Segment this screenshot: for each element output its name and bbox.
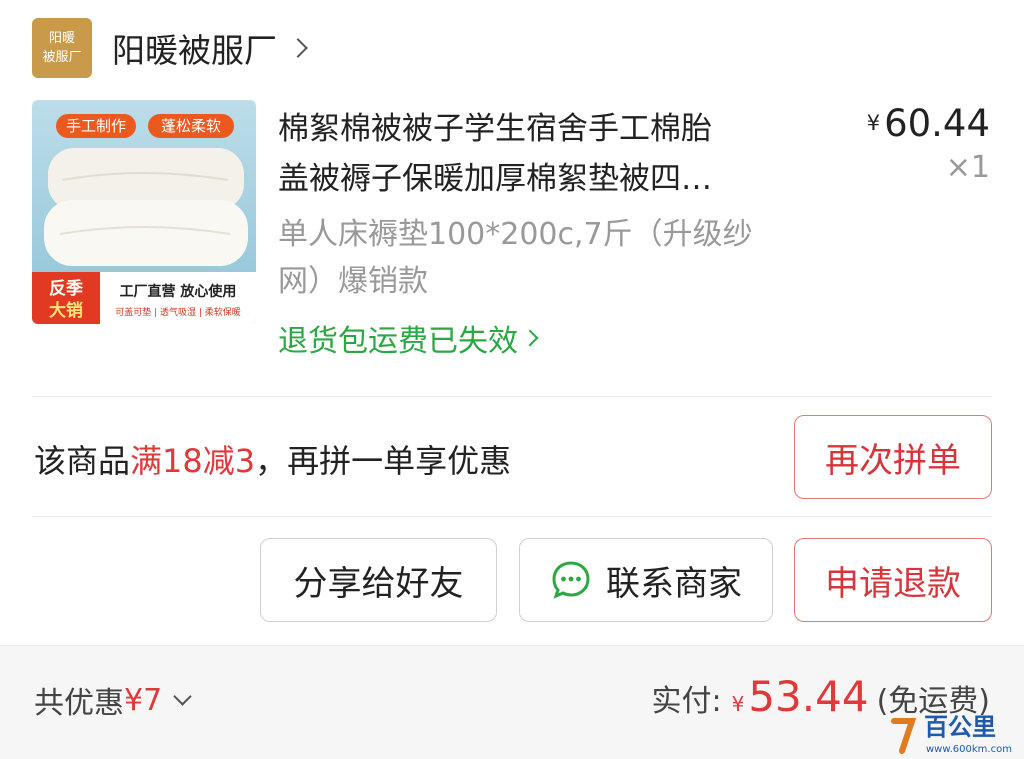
- discount-total[interactable]: 共优惠 ¥7: [34, 678, 192, 722]
- regroup-button[interactable]: 再次拼单: [794, 415, 992, 499]
- thumb-tag-line1: 反季: [49, 278, 83, 299]
- price-currency: ¥: [866, 111, 881, 135]
- contact-seller-label: 联系商家: [606, 563, 742, 604]
- divider: [32, 516, 992, 517]
- watermark-url: www.600km.com: [926, 744, 1012, 755]
- discount-label: 共优惠: [34, 686, 124, 721]
- paid-currency: ¥: [731, 692, 745, 716]
- promo-highlight: 满18减3: [130, 442, 256, 480]
- thumb-tag-line2: 大销: [49, 300, 83, 321]
- discount-value: ¥7: [124, 682, 163, 718]
- variant-line1: 单人床褥垫100*200c,7斤（升级纱: [278, 217, 753, 252]
- product-price: ¥60.44: [867, 102, 990, 145]
- refund-button[interactable]: 申请退款: [794, 538, 992, 622]
- product-quantity: ×1: [945, 150, 990, 185]
- thumb-badge-left: 手工制作: [66, 117, 126, 135]
- product-image: 手工制作 蓬松柔软 反季 大销 工厂直营 放心使用 可盖可垫 | 透气吸湿 | …: [32, 100, 256, 324]
- thumb-badge-right: 蓬松柔软: [161, 117, 221, 135]
- promo-prefix: 该商品: [34, 442, 131, 480]
- return-shipping-status[interactable]: 退货包运费已失效: [278, 316, 539, 360]
- watermark-brand: 百公里: [924, 713, 996, 741]
- shop-logo-line2: 被服厂: [42, 50, 82, 65]
- thumb-features: 可盖可垫 | 透气吸湿 | 柔软保暖: [115, 306, 241, 318]
- product-title-line1: 棉絮棉被被子学生宿舍手工棉胎: [278, 111, 712, 147]
- shop-logo: 阳暖 被服厂: [32, 18, 92, 78]
- thumb-slogan: 工厂直营 放心使用: [120, 283, 237, 300]
- paid-amount: 53.44: [748, 672, 869, 721]
- product-title[interactable]: 棉絮棉被被子学生宿舍手工棉胎 盖被褥子保暖加厚棉絮垫被四…: [278, 104, 818, 204]
- paid-label: 实付:: [651, 684, 722, 719]
- chevron-right-icon: [288, 38, 308, 58]
- product-variant: 单人床褥垫100*200c,7斤（升级纱 网）爆销款: [278, 211, 838, 305]
- chevron-right-icon: [521, 329, 539, 347]
- chevron-down-icon: [173, 686, 192, 706]
- shop-header[interactable]: 阳暖 被服厂 阳暖被服厂: [32, 18, 308, 78]
- shop-name[interactable]: 阳暖被服厂: [112, 24, 277, 72]
- shop-logo-line1: 阳暖: [48, 31, 75, 46]
- share-button[interactable]: 分享给好友: [260, 538, 497, 622]
- contact-seller-button[interactable]: 联系商家: [519, 538, 773, 622]
- promo-suffix: ，再拼一单享优惠: [255, 442, 512, 480]
- divider: [32, 396, 992, 397]
- chat-bubble-icon: [552, 561, 590, 599]
- promo-message: 该商品满18减3，再拼一单享优惠: [34, 436, 511, 482]
- product-title-line2: 盖被褥子保暖加厚棉絮垫被四…: [278, 161, 712, 197]
- watermark-logo: 百公里 www.600km.com: [891, 713, 1012, 755]
- product-thumbnail[interactable]: 手工制作 蓬松柔软 反季 大销 工厂直营 放心使用 可盖可垫 | 透气吸湿 | …: [32, 100, 256, 324]
- return-status-text: 退货包运费已失效: [278, 324, 518, 359]
- price-value: 60.44: [884, 102, 990, 145]
- variant-line2: 网）爆销款: [278, 264, 428, 299]
